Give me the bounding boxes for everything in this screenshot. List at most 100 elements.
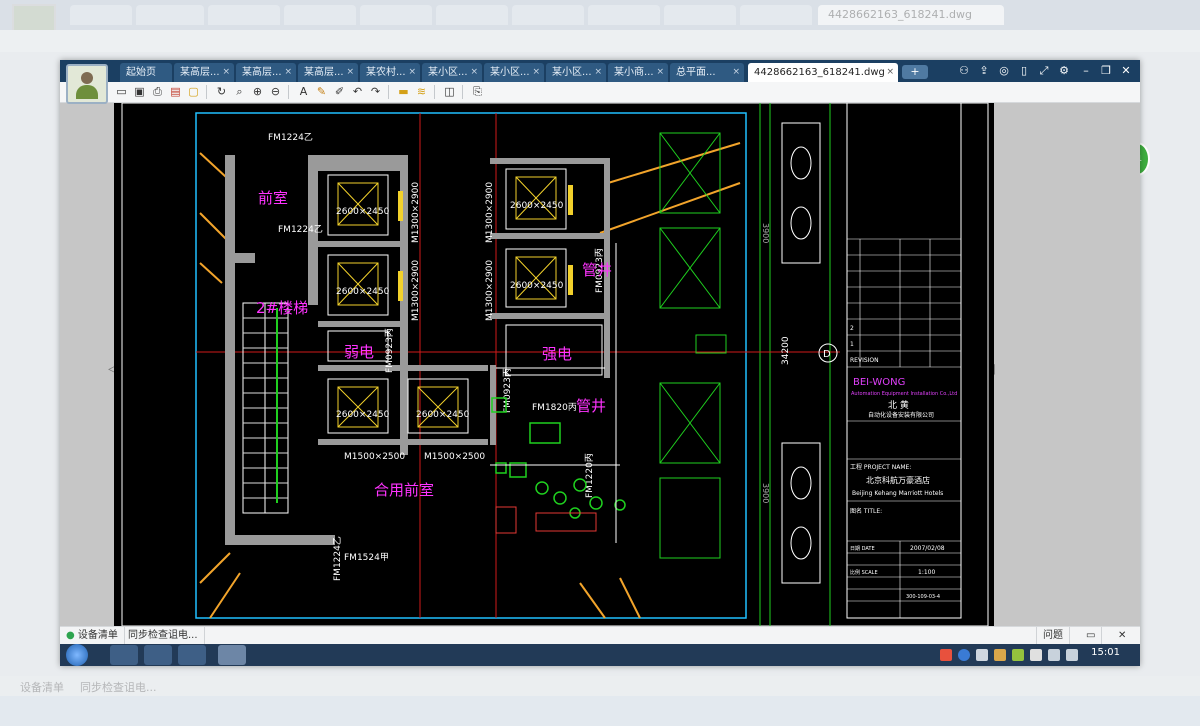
pdf-icon[interactable]: ▤ bbox=[168, 84, 183, 99]
tab-label: 某小商... bbox=[614, 67, 654, 78]
tab-close-icon[interactable]: × bbox=[732, 63, 740, 82]
tab-close-icon[interactable]: × bbox=[284, 63, 292, 82]
zoom-in-icon[interactable]: ⊕ bbox=[250, 84, 265, 99]
tab-close-icon[interactable]: × bbox=[532, 63, 540, 82]
status-item-label: 同步检查诅电... bbox=[128, 630, 198, 641]
compare-icon[interactable]: ≋ bbox=[414, 84, 429, 99]
save-icon[interactable]: ▣ bbox=[132, 84, 147, 99]
print-icon[interactable]: ⎙ bbox=[150, 84, 165, 99]
status-item-sync[interactable]: 同步检查诅电... bbox=[122, 627, 205, 645]
zoom-out-icon[interactable]: ⊖ bbox=[268, 84, 283, 99]
help-icon[interactable] bbox=[958, 649, 970, 661]
tab-file[interactable]: 某高层... × bbox=[236, 63, 296, 82]
tab-file[interactable]: 某农村... × bbox=[360, 63, 420, 82]
redo-icon[interactable]: ↷ bbox=[368, 84, 383, 99]
clock[interactable]: 15:01 bbox=[1091, 647, 1120, 658]
volume-icon[interactable] bbox=[1066, 649, 1078, 661]
taskbar-app-active[interactable] bbox=[218, 645, 246, 665]
revision-row: 2 bbox=[850, 325, 854, 332]
dimension-label: M1300×2900 bbox=[411, 182, 421, 243]
taskbar-app[interactable] bbox=[110, 645, 138, 665]
undo-icon[interactable]: ↶ bbox=[350, 84, 365, 99]
tab-start-page[interactable]: 起始页 bbox=[120, 63, 172, 82]
status-item-device-list[interactable]: ● 设备清单 bbox=[60, 627, 125, 645]
status-bar: ● 设备清单 同步检查诅电... 问题 ▭ ✕ bbox=[60, 626, 1140, 645]
background-tab bbox=[512, 5, 584, 25]
tab-label: 总平面... bbox=[676, 67, 716, 78]
tray-icon[interactable] bbox=[1012, 649, 1024, 661]
dimension-label: 2600×2450 bbox=[510, 281, 564, 291]
toolbar-divider bbox=[434, 85, 435, 99]
background-active-tab: 4428662163_618241.dwg bbox=[818, 5, 1004, 25]
tab-close-icon[interactable]: × bbox=[886, 63, 894, 82]
background-tab bbox=[70, 5, 132, 25]
company-name-cn-sub: 自动化设备安装有限公司 bbox=[868, 411, 934, 419]
tab-close-icon[interactable]: × bbox=[656, 63, 664, 82]
tab-file[interactable]: 某小商... × bbox=[608, 63, 668, 82]
tab-file[interactable]: 某小区... × bbox=[546, 63, 606, 82]
add-tab-button[interactable]: + bbox=[902, 65, 928, 79]
status-item-label: 设备清单 bbox=[77, 630, 118, 641]
comment-icon[interactable]: ▭ bbox=[1080, 627, 1103, 645]
fullscreen-icon[interactable]: ⤢ bbox=[1036, 63, 1052, 79]
tab-close-icon[interactable]: × bbox=[470, 63, 478, 82]
tray-icon[interactable] bbox=[994, 649, 1006, 661]
dimension-label: FM1220丙 bbox=[584, 453, 595, 498]
start-button[interactable] bbox=[66, 644, 88, 666]
taskbar-app[interactable] bbox=[178, 645, 206, 665]
tab-active-drawing[interactable]: 4428662163_618241.dwg × bbox=[748, 63, 898, 82]
tray-icon[interactable] bbox=[976, 649, 988, 661]
share-icon[interactable]: ⇪ bbox=[976, 63, 992, 79]
close-icon[interactable]: ✕ bbox=[1118, 63, 1134, 79]
rotate-icon[interactable]: ↻ bbox=[214, 84, 229, 99]
restore-icon[interactable]: ❐ bbox=[1098, 63, 1114, 79]
drawing-canvas[interactable]: ◁ ◁ D 34200 3900 3900 bbox=[60, 103, 1140, 626]
dimension-label: M1300×2900 bbox=[485, 182, 495, 243]
project-name-en: Beijing Kehang Marriott Hotels bbox=[852, 490, 943, 497]
avatar[interactable] bbox=[66, 64, 108, 104]
markup-icon[interactable]: ✐ bbox=[332, 84, 347, 99]
dimension-label: FM0923丙 bbox=[502, 368, 513, 413]
taskbar-app[interactable] bbox=[144, 645, 172, 665]
tab-file[interactable]: 某小区... × bbox=[422, 63, 482, 82]
tab-close-icon[interactable]: × bbox=[594, 63, 602, 82]
background-tab bbox=[664, 5, 736, 25]
room-label: 合用前室 bbox=[374, 481, 434, 499]
dimension-label: 2600×2450 bbox=[510, 201, 564, 211]
zoom-window-icon[interactable]: ⌕ bbox=[232, 84, 247, 99]
layers-icon[interactable]: ◫ bbox=[442, 84, 457, 99]
text-icon[interactable]: A bbox=[296, 84, 311, 99]
tab-close-icon[interactable]: × bbox=[346, 63, 354, 82]
chat-icon[interactable]: ◎ bbox=[996, 63, 1012, 79]
close-panel-icon[interactable]: ✕ bbox=[1112, 627, 1132, 645]
tab-label: 某高层... bbox=[304, 67, 344, 78]
issues-button[interactable]: 问题 bbox=[1036, 627, 1070, 645]
dimension-label: M1300×2900 bbox=[485, 260, 495, 321]
scale-value: 1:100 bbox=[918, 569, 935, 576]
drawing-number: 300-109-03-4 bbox=[906, 594, 940, 600]
tab-file[interactable]: 某高层... × bbox=[298, 63, 358, 82]
background-tab bbox=[284, 5, 356, 25]
export-icon[interactable]: ⎘ bbox=[470, 84, 485, 99]
tray-icon[interactable] bbox=[940, 649, 952, 661]
tab-label: 某小区... bbox=[552, 67, 592, 78]
tab-file[interactable]: 某高层... × bbox=[174, 63, 234, 82]
tab-file[interactable]: 总平面... × bbox=[670, 63, 744, 82]
cad-viewer-window: 起始页 某高层... × 某高层... × 某高层... × 某农村... × 某小区.… bbox=[60, 60, 1140, 666]
tab-close-icon[interactable]: × bbox=[222, 63, 230, 82]
room-label: 强电 bbox=[542, 345, 572, 363]
user-icon[interactable]: ⚇ bbox=[956, 63, 972, 79]
toolbar: ▭ ▣ ⎙ ▤ ▢ ↻ ⌕ ⊕ ⊖ A ✎ ✐ ↶ ↷ ▬ ≋ ◫ ⎘ bbox=[60, 82, 1140, 103]
tab-file[interactable]: 某小区... × bbox=[484, 63, 544, 82]
settings-icon[interactable]: ⚙ bbox=[1056, 63, 1072, 79]
tab-close-icon[interactable]: × bbox=[408, 63, 416, 82]
network-icon[interactable] bbox=[1048, 649, 1060, 661]
measure-icon[interactable]: ▬ bbox=[396, 84, 411, 99]
lock-icon[interactable]: ▢ bbox=[186, 84, 201, 99]
pen-icon[interactable]: ✎ bbox=[314, 84, 329, 99]
minimize-icon[interactable]: – bbox=[1078, 63, 1094, 79]
tray-icon[interactable] bbox=[1030, 649, 1042, 661]
phone-icon[interactable]: ▯ bbox=[1016, 63, 1032, 79]
open-icon[interactable]: ▭ bbox=[114, 84, 129, 99]
dimension-label: M1500×2500 bbox=[424, 452, 485, 462]
